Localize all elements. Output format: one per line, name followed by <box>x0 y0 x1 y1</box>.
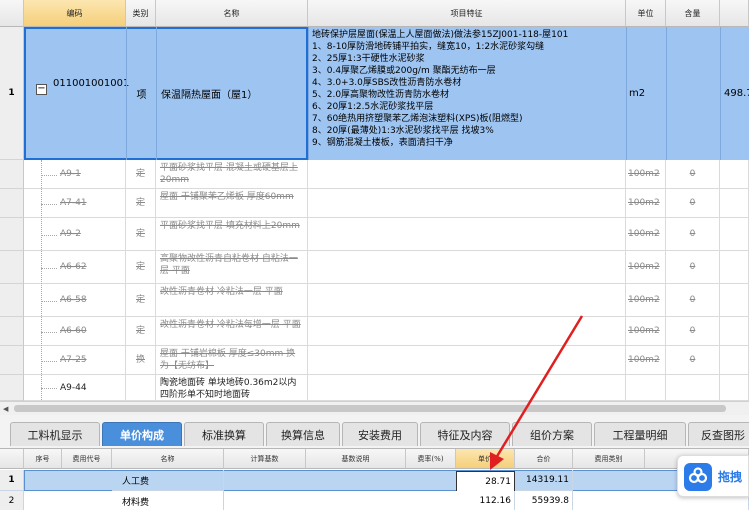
app-window: 编码 类别 名称 项目特征 单位 含量 1 − 011001001001 项 保… <box>0 0 749 510</box>
drag-float-button[interactable]: 拖拽 <box>677 455 749 497</box>
drag-label: 拖拽 <box>718 470 743 484</box>
annotation-arrow <box>490 315 584 470</box>
baidu-netdisk-icon <box>684 463 712 491</box>
